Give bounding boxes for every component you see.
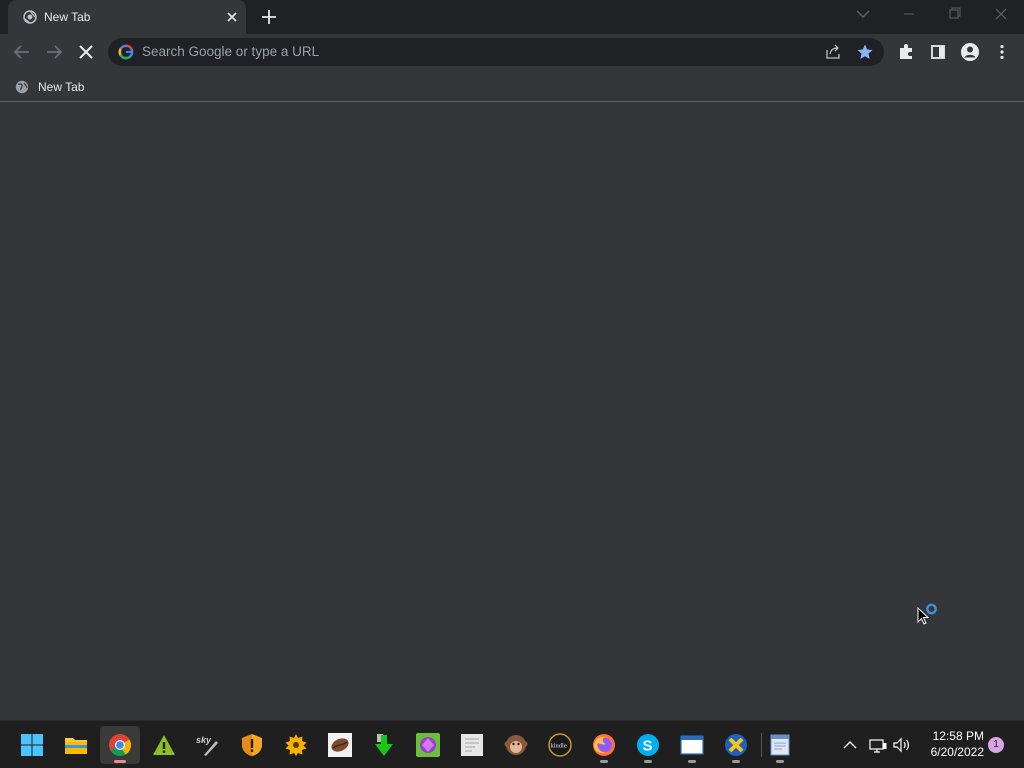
monkey-icon	[504, 735, 528, 755]
coffee-bean-icon	[328, 733, 352, 757]
tab-new-tab[interactable]: New Tab	[8, 0, 246, 34]
sun-icon	[285, 734, 307, 756]
taskbar-notepad[interactable]	[760, 726, 800, 764]
sky-pen-icon: sky	[196, 735, 218, 756]
restore-icon[interactable]	[932, 0, 978, 30]
taskbar-shield-warning[interactable]	[232, 726, 272, 764]
taskbar-document[interactable]	[452, 726, 492, 764]
x-app-icon	[725, 734, 747, 756]
file-explorer-icon	[65, 738, 87, 754]
start-button[interactable]	[12, 726, 52, 764]
notepad-icon	[770, 734, 790, 756]
profile-avatar-icon[interactable]	[956, 38, 984, 66]
show-hidden-icons-chevron-icon[interactable]	[840, 733, 860, 757]
taskbar-x-app[interactable]	[716, 726, 756, 764]
gem-game-icon	[416, 733, 440, 757]
chrome-icon	[109, 734, 131, 756]
svg-text:sky: sky	[196, 735, 212, 745]
skype-icon: S	[637, 734, 659, 756]
globe-icon	[15, 80, 29, 94]
search-input[interactable]: Search Google or type a URL	[142, 44, 319, 59]
volume-icon[interactable]	[892, 733, 912, 757]
taskbar-monkey[interactable]	[496, 726, 536, 764]
document-icon	[461, 734, 483, 756]
bookmarks-bar: New Tab	[0, 70, 1024, 102]
omnibox[interactable]: Search Google or type a URL	[108, 38, 884, 66]
share-icon[interactable]	[824, 44, 842, 60]
close-window-icon[interactable]	[978, 0, 1024, 30]
menu-kebab-icon[interactable]	[988, 38, 1016, 66]
busy-cursor-icon	[917, 603, 937, 625]
taskbar-coffee-bean[interactable]	[320, 726, 360, 764]
taskbar-sun-app[interactable]	[276, 726, 316, 764]
firefox-icon	[593, 734, 615, 756]
forward-arrow-icon[interactable]	[40, 38, 68, 66]
shield-warning-icon	[242, 734, 262, 756]
bookmark-label: New Tab	[38, 80, 85, 94]
running-indicator	[776, 760, 784, 763]
extensions-puzzle-icon[interactable]	[892, 38, 920, 66]
running-indicator	[600, 760, 608, 763]
stop-loading-icon[interactable]	[72, 38, 100, 66]
tab-strip: New Tab	[0, 0, 1024, 34]
network-icon[interactable]	[868, 733, 888, 757]
tab-search-chevron-icon[interactable]	[854, 7, 872, 21]
taskbar-firefox[interactable]	[584, 726, 624, 764]
taskbar-skype[interactable]: S	[628, 726, 668, 764]
running-indicator	[644, 760, 652, 763]
tab-title: New Tab	[44, 10, 91, 24]
taskbar-downloader[interactable]	[364, 726, 404, 764]
system-clock[interactable]: 12:58 PM 6/20/2022	[918, 728, 984, 760]
running-indicator	[114, 760, 126, 763]
taskbar-chrome[interactable]	[100, 726, 140, 764]
start-windows-icon	[21, 734, 43, 756]
window-icon	[680, 735, 704, 755]
minimize-icon[interactable]	[886, 0, 932, 30]
taskbar-android-warning[interactable]	[144, 726, 184, 764]
kindle-icon: kindle	[548, 733, 572, 757]
back-arrow-icon[interactable]	[8, 38, 36, 66]
android-warning-icon	[153, 735, 175, 755]
taskbar-sky-pen[interactable]: sky	[188, 726, 228, 764]
notification-badge[interactable]: 1	[988, 737, 1004, 753]
clock-time: 12:58 PM	[932, 729, 984, 743]
taskbar-window-app[interactable]	[672, 726, 712, 764]
side-panel-icon[interactable]	[924, 38, 952, 66]
new-tab-plus-icon[interactable]	[258, 6, 280, 28]
chrome-favicon-icon	[23, 10, 37, 24]
taskbar-file-explorer[interactable]	[56, 726, 96, 764]
svg-text:kindle: kindle	[551, 743, 567, 750]
google-logo-icon	[118, 44, 134, 60]
bookmark-new-tab[interactable]: New Tab	[10, 74, 94, 98]
clock-date: 6/20/2022	[930, 745, 984, 759]
browser-toolbar: Search Google or type a URL	[0, 34, 1024, 70]
download-arrow-icon	[375, 734, 393, 756]
running-indicator	[732, 760, 740, 763]
svg-text:S: S	[643, 738, 653, 755]
taskbar-gem-game[interactable]	[408, 726, 448, 764]
running-indicator	[688, 760, 696, 763]
bookmark-star-icon[interactable]	[856, 43, 874, 61]
close-tab-icon[interactable]	[224, 9, 240, 25]
taskbar-kindle[interactable]: kindle	[540, 726, 580, 764]
taskbar: sky kindle S 12:58 PM 6/20/2022 1	[0, 720, 1024, 768]
page-content	[0, 103, 1024, 720]
